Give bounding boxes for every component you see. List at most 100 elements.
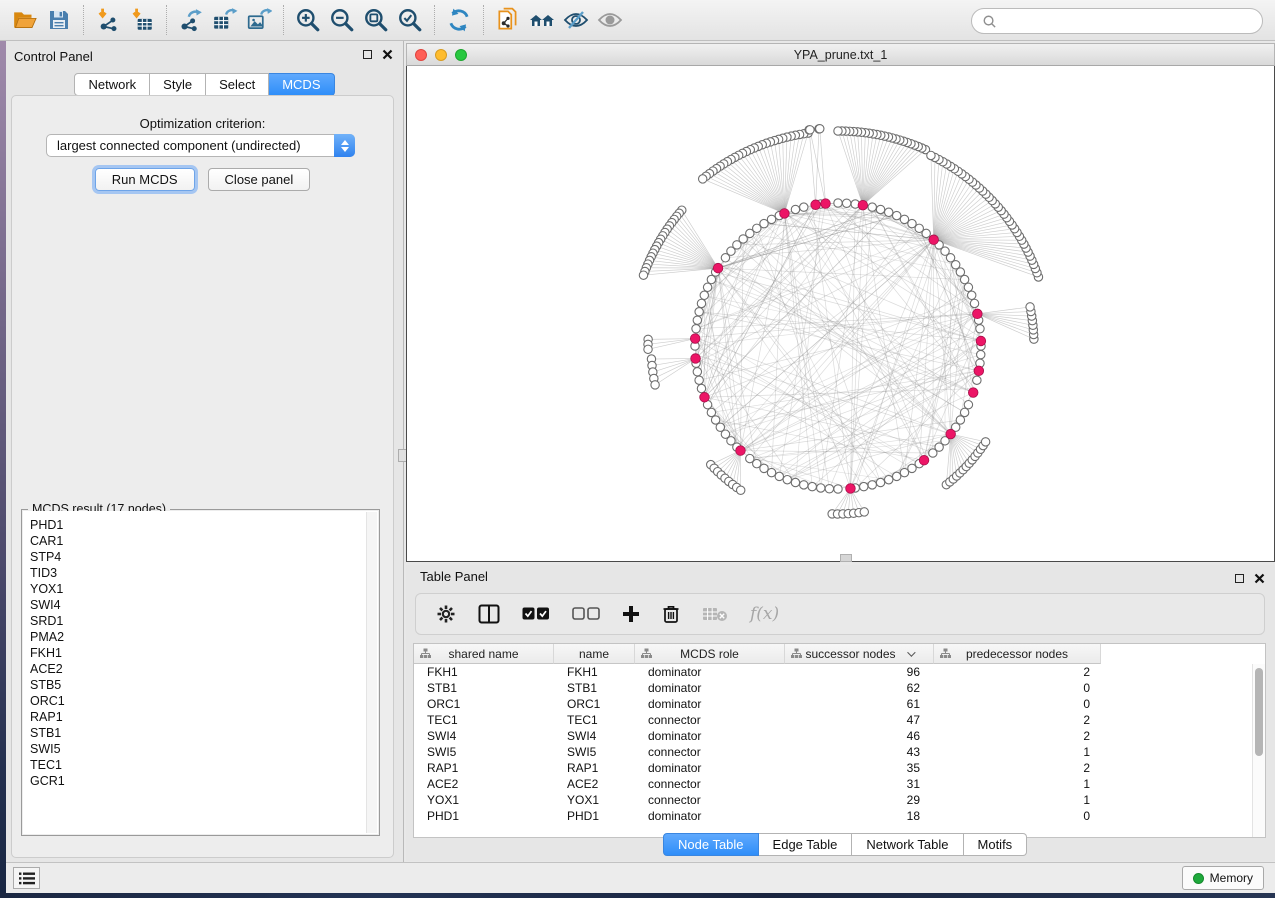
result-list-item[interactable]: ORC1 (30, 693, 378, 709)
table-row[interactable]: STB1STB1dominator620 (414, 680, 1252, 696)
import-table-button[interactable] (125, 3, 159, 37)
close-panel-icon[interactable] (382, 49, 393, 60)
tab-network[interactable]: Network (74, 73, 150, 96)
close-panel-button[interactable]: Close panel (208, 168, 311, 191)
export-network-button[interactable] (174, 3, 208, 37)
mcds-dominator-node[interactable] (973, 309, 983, 319)
zoom-in-button[interactable] (291, 3, 325, 37)
result-list-item[interactable]: TEC1 (30, 757, 378, 773)
result-list-item[interactable]: CAR1 (30, 533, 378, 549)
column-header-successor-nodes[interactable]: successor nodes (785, 644, 934, 664)
column-header-mcds-role[interactable]: MCDS role (635, 644, 785, 664)
mcds-dominator-node[interactable] (846, 484, 856, 494)
close-panel-icon[interactable] (1254, 573, 1265, 584)
open-session-button[interactable] (8, 3, 42, 37)
table-options-button[interactable] (436, 604, 456, 624)
mcds-dominator-node[interactable] (780, 209, 790, 219)
tab-motifs[interactable]: Motifs (964, 833, 1028, 856)
show-columns-button[interactable] (478, 604, 500, 624)
zoom-out-button[interactable] (325, 3, 359, 37)
result-list-scrollbar[interactable] (366, 512, 377, 833)
mcds-dominator-node[interactable] (736, 446, 746, 456)
mcds-dominator-node[interactable] (858, 200, 868, 210)
tab-select[interactable]: Select (206, 73, 269, 96)
mcds-dominator-node[interactable] (968, 388, 978, 398)
search-input[interactable] (1003, 14, 1252, 28)
refresh-button[interactable] (442, 3, 476, 37)
hide-selected-button[interactable] (559, 3, 593, 37)
result-list-item[interactable]: PHD1 (30, 517, 378, 533)
show-all-button[interactable] (593, 3, 627, 37)
run-mcds-button[interactable]: Run MCDS (95, 168, 195, 191)
table-row[interactable]: SWI4SWI4dominator462 (414, 728, 1252, 744)
result-list-item[interactable]: STP4 (30, 549, 378, 565)
show-task-history-button[interactable] (13, 867, 40, 889)
tab-network-table[interactable]: Network Table (852, 833, 963, 856)
mcds-dominator-node[interactable] (690, 334, 700, 344)
first-neighbors-button[interactable] (525, 3, 559, 37)
tab-style[interactable]: Style (150, 73, 206, 96)
float-panel-icon[interactable] (1235, 574, 1244, 583)
table-row[interactable]: PHD1PHD1dominator180 (414, 808, 1252, 824)
table-row[interactable]: ACE2ACE2connector311 (414, 776, 1252, 792)
table-scrollbar[interactable] (1252, 664, 1265, 837)
column-header-predecessor-nodes[interactable]: predecessor nodes (934, 644, 1101, 664)
save-session-button[interactable] (42, 3, 76, 37)
mcds-dominator-node[interactable] (713, 263, 723, 273)
table-row[interactable]: TEC1TEC1connector472 (414, 712, 1252, 728)
select-all-columns-button[interactable] (522, 607, 550, 621)
result-list-item[interactable]: TID3 (30, 565, 378, 581)
memory-button[interactable]: Memory (1182, 866, 1264, 890)
export-table-button[interactable] (208, 3, 242, 37)
optimization-criterion-select[interactable]: largest connected component (undirected) (46, 134, 355, 157)
deselect-all-columns-button[interactable] (572, 607, 600, 621)
tab-mcds[interactable]: MCDS (269, 73, 334, 96)
new-network-from-selection-button[interactable] (491, 3, 525, 37)
result-list-item[interactable]: RAP1 (30, 709, 378, 725)
result-list-item[interactable]: ACE2 (30, 661, 378, 677)
result-list-item[interactable]: GCR1 (30, 773, 378, 789)
network-canvas[interactable] (406, 66, 1275, 562)
export-image-button[interactable] (242, 3, 276, 37)
network-graph[interactable] (407, 66, 1273, 561)
column-header-shared-name[interactable]: shared name (414, 644, 554, 664)
control-panel-tabs: Network Style Select MCDS (6, 73, 403, 96)
node-table-body[interactable]: FKH1FKH1dominator962STB1STB1dominator620… (414, 664, 1252, 837)
float-panel-icon[interactable] (363, 50, 372, 59)
mcds-dominator-node[interactable] (919, 455, 929, 465)
mcds-dominator-node[interactable] (974, 366, 984, 376)
result-list-item[interactable]: FKH1 (30, 645, 378, 661)
tab-node-table[interactable]: Node Table (663, 833, 759, 856)
zoom-fit-button[interactable] (359, 3, 393, 37)
table-row[interactable]: FKH1FKH1dominator962 (414, 664, 1252, 680)
search-field[interactable] (971, 8, 1263, 34)
result-list-item[interactable]: SWI4 (30, 597, 378, 613)
zoom-selected-button[interactable] (393, 3, 427, 37)
mcds-dominator-node[interactable] (946, 429, 956, 439)
table-row[interactable]: YOX1YOX1connector291 (414, 792, 1252, 808)
create-column-button[interactable] (622, 605, 640, 623)
table-row[interactable]: SWI5SWI5connector431 (414, 744, 1252, 760)
mcds-dominator-node[interactable] (929, 235, 939, 245)
result-list-item[interactable]: SRD1 (30, 613, 378, 629)
vertical-splitter-handle[interactable] (840, 554, 852, 562)
result-list-item[interactable]: YOX1 (30, 581, 378, 597)
table-row[interactable]: ORC1ORC1dominator610 (414, 696, 1252, 712)
column-header-name[interactable]: name (554, 644, 635, 664)
mcds-dominator-node[interactable] (700, 392, 710, 402)
mcds-result-list[interactable]: PHD1CAR1STP4TID3YOX1SWI4SRD1PMA2FKH1ACE2… (23, 511, 378, 834)
network-window-titlebar[interactable]: YPA_prune.txt_1 (406, 43, 1275, 66)
mcds-dominator-node[interactable] (821, 199, 831, 209)
mcds-dominator-node[interactable] (811, 200, 821, 210)
import-network-button[interactable] (91, 3, 125, 37)
table-row[interactable]: RAP1RAP1dominator352 (414, 760, 1252, 776)
result-list-item[interactable]: STB1 (30, 725, 378, 741)
table-scrollbar-thumb[interactable] (1255, 668, 1263, 756)
mcds-dominator-node[interactable] (976, 336, 986, 346)
mcds-dominator-node[interactable] (691, 354, 701, 364)
result-list-item[interactable]: PMA2 (30, 629, 378, 645)
delete-column-button[interactable] (662, 604, 680, 624)
tab-edge-table[interactable]: Edge Table (759, 833, 853, 856)
result-list-item[interactable]: STB5 (30, 677, 378, 693)
result-list-item[interactable]: SWI5 (30, 741, 378, 757)
